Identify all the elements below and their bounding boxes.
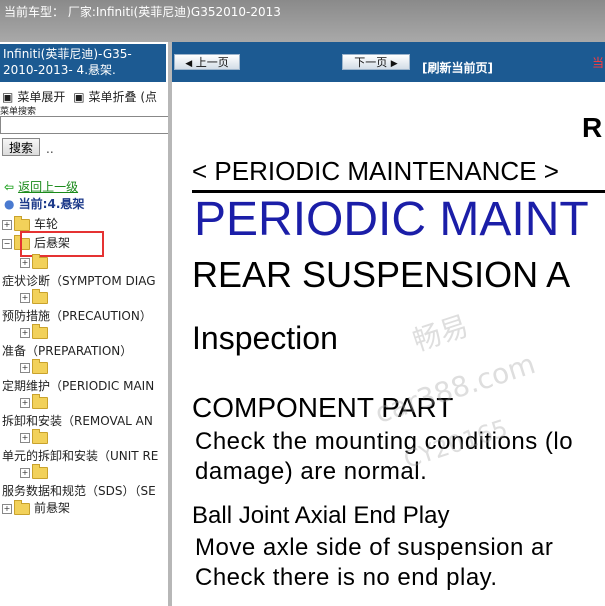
tree-item-label[interactable]: 服务数据和规范（SDS）（SE	[2, 484, 156, 498]
tree-item[interactable]: 定期维护（PERIODIC MAIN	[2, 378, 154, 394]
menu-controls: ▣ 菜单展开 ▣ 菜单折叠 (点	[2, 88, 161, 105]
tree-item[interactable]: + 车轮	[2, 215, 58, 232]
collapse-icon[interactable]: ▣	[73, 90, 84, 104]
expand-toggle-icon[interactable]: +	[20, 327, 30, 338]
sidebar: Infiniti(英菲尼迪)-G35-2010-2013- 4.悬架. ▣ 菜单展…	[0, 42, 168, 606]
tree-item-label[interactable]: 单元的拆卸和安装（UNIT RE	[2, 449, 158, 463]
folder-icon	[32, 288, 48, 304]
prev-page-button[interactable]: ◀ 上一页	[174, 54, 240, 70]
tree-item[interactable]: + 前悬架	[2, 499, 70, 516]
tree-item[interactable]: +	[20, 428, 52, 445]
tree-item[interactable]: 单元的拆卸和安装（UNIT RE	[2, 448, 158, 464]
balljoint-text-line-2: Check there is no end play.	[195, 564, 498, 591]
current-section: ● 当前:4.悬架	[4, 195, 84, 212]
tree-item-label[interactable]: 准备（PREPARATION）	[2, 344, 132, 358]
expand-toggle-icon[interactable]: +	[20, 257, 30, 268]
subheading-inspection: Inspection	[192, 320, 338, 356]
folder-icon	[14, 499, 30, 515]
menu-expand-link[interactable]: 菜单展开	[17, 90, 65, 104]
tree-item[interactable]: +	[20, 323, 52, 340]
folder-icon	[32, 428, 48, 444]
tree-item[interactable]: +	[20, 393, 52, 410]
folder-icon	[32, 253, 48, 269]
back-arrow-icon: ⇦	[4, 180, 15, 194]
location-icon: ●	[4, 197, 15, 211]
section-code: R	[582, 112, 603, 143]
tree-item[interactable]: 拆卸和安装（REMOVAL AN	[2, 413, 153, 429]
search-input[interactable]	[0, 116, 168, 134]
folder-icon	[32, 323, 48, 339]
tree-item-label[interactable]: 症状诊断（SYMPTOM DIAG	[2, 274, 156, 288]
balljoint-text-line-1: Move axle side of suspension ar	[195, 534, 554, 561]
sidebar-title: Infiniti(英菲尼迪)-G35-2010-2013- 4.悬架.	[0, 44, 166, 82]
search-more[interactable]: ..	[46, 142, 54, 156]
next-page-label: 下一页	[354, 56, 388, 69]
folder-icon	[14, 215, 30, 231]
collapse-toggle-icon[interactable]: −	[2, 238, 12, 249]
current-section-label: 当前:4.悬架	[18, 197, 85, 211]
content-pane: ◀ 上一页 下一页 ▶ [刷新当前页] 当 R < PERIODIC MAINT…	[172, 42, 605, 606]
search-button[interactable]: 搜索	[2, 138, 40, 156]
expand-toggle-icon[interactable]: +	[2, 503, 12, 514]
tree-item[interactable]: 症状诊断（SYMPTOM DIAG	[2, 273, 156, 289]
current-model-text: 当前车型： 厂家:Infiniti(英菲尼迪)G352010-2013	[4, 5, 281, 19]
section-header: < PERIODIC MAINTENANCE >	[192, 156, 559, 186]
back-link[interactable]: ⇦ 返回上一级	[4, 178, 78, 195]
expand-toggle-icon[interactable]: +	[20, 432, 30, 443]
folder-icon	[32, 463, 48, 479]
watermark-line-2: car388.com	[370, 347, 540, 430]
subheading-ball-joint: Ball Joint Axial End Play	[192, 502, 450, 529]
refresh-page-link[interactable]: [刷新当前页]	[422, 59, 493, 76]
expand-toggle-icon[interactable]: +	[20, 362, 30, 373]
page-title: REAR SUSPENSION A	[192, 254, 571, 295]
component-text-line-1: Check the mounting conditions (lo	[195, 428, 574, 455]
component-text-line-2: damage) are normal.	[195, 458, 428, 485]
expand-toggle-icon[interactable]: +	[20, 292, 30, 303]
tree-item-label[interactable]: 车轮	[34, 217, 58, 231]
tree-item[interactable]: 服务数据和规范（SDS）（SE	[2, 483, 156, 499]
tree-item[interactable]: +	[20, 288, 52, 305]
tree-item-label[interactable]: 拆卸和安装（REMOVAL AN	[2, 414, 153, 428]
back-link-label[interactable]: 返回上一级	[18, 180, 78, 194]
expand-toggle-icon[interactable]: +	[20, 467, 30, 478]
tree-item-label[interactable]: 前悬架	[34, 501, 70, 515]
page-nav-bar: ◀ 上一页 下一页 ▶ [刷新当前页] 当	[172, 42, 605, 82]
next-arrow-icon: ▶	[390, 59, 398, 69]
tree-item[interactable]: 准备（PREPARATION）	[2, 343, 132, 359]
tree-item[interactable]: +	[20, 358, 52, 375]
chapter-title: PERIODIC MAINT	[194, 193, 589, 246]
tree-item-label[interactable]: 定期维护（PERIODIC MAIN	[2, 379, 154, 393]
top-bar: 当前车型： 厂家:Infiniti(英菲尼迪)G352010-2013	[0, 0, 605, 42]
folder-icon	[32, 358, 48, 374]
tree-item[interactable]: +	[20, 253, 52, 270]
expand-toggle-icon[interactable]: +	[20, 397, 30, 408]
expand-icon[interactable]: ▣	[2, 90, 13, 104]
document-view: R < PERIODIC MAINTENANCE > PERIODIC MAIN…	[172, 82, 605, 606]
prev-arrow-icon: ◀	[185, 59, 193, 69]
tree-item-label[interactable]: 预防措施（PRECAUTION）	[2, 309, 152, 323]
watermark-line-1: 畅易	[408, 309, 473, 358]
expand-toggle-icon[interactable]: +	[2, 219, 12, 230]
tree-item[interactable]: 预防措施（PRECAUTION）	[2, 308, 152, 324]
folder-icon	[32, 393, 48, 409]
tree-item[interactable]: +	[20, 463, 52, 480]
next-page-button[interactable]: 下一页 ▶	[342, 54, 410, 70]
prev-page-label: 上一页	[195, 56, 229, 69]
menu-collapse-link[interactable]: 菜单折叠 (点	[89, 90, 158, 104]
nav-overflow-text: 当	[592, 56, 605, 70]
